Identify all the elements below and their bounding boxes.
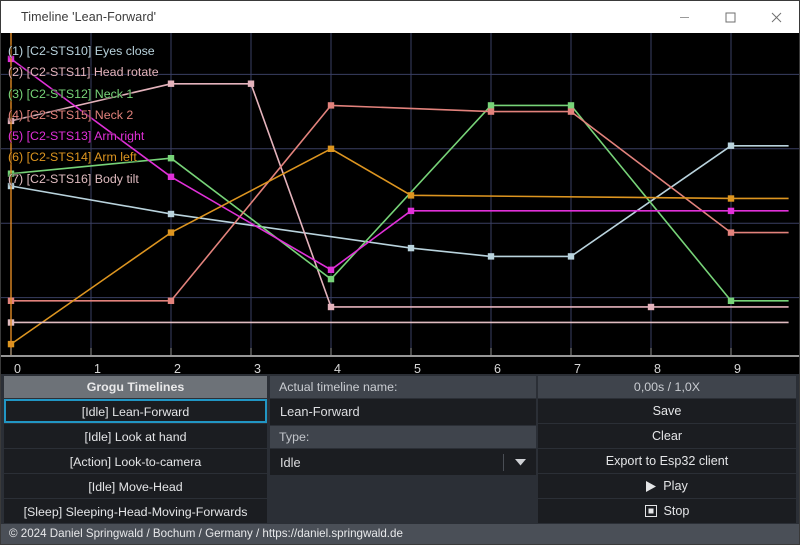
stop-button[interactable]: Stop: [538, 499, 796, 523]
save-button-label: Save: [652, 404, 682, 418]
clear-button-label: Clear: [651, 429, 683, 443]
timeline-name-input[interactable]: Lean-Forward: [270, 399, 536, 425]
play-button[interactable]: Play: [538, 474, 796, 498]
timeline-type-select[interactable]: Idle: [270, 449, 536, 475]
timelines-list-header: Grogu Timelines: [4, 376, 267, 398]
editor-panel: Actual timeline name: Lean-Forward Type:…: [269, 374, 799, 524]
export-esp32-button[interactable]: Export to Esp32 client: [538, 449, 796, 473]
timeline-plot[interactable]: [1, 33, 799, 373]
stop-button-label: Stop: [663, 504, 690, 518]
timelines-list[interactable]: [Idle] Lean-Forward [Idle] Look at hand [A…: [1, 399, 269, 524]
stop-icon: [644, 505, 657, 517]
window-title: Timeline 'Lean-Forward': [21, 10, 157, 24]
actions-panel: 0,00s / 1,0X Save Clear Export to Esp32 cl…: [537, 374, 799, 524]
maximize-button[interactable]: [707, 1, 753, 33]
timeline-chart[interactable]: (1) [C2-STS10] Eyes close (2) [C2-STS11] …: [1, 33, 799, 374]
minimize-button[interactable]: [661, 1, 707, 33]
action-buttons[interactable]: Save Clear Export to Esp32 client Play Stop: [537, 399, 799, 524]
save-button[interactable]: Save: [538, 399, 796, 423]
play-icon: [646, 480, 657, 492]
timelines-list-panel: Grogu Timelines [Idle] Lean-Forward [Idle…: [1, 374, 269, 524]
clear-button[interactable]: Clear: [538, 424, 796, 448]
timeline-list-item[interactable]: [Idle] Move-Head: [4, 474, 267, 498]
timeline-details: Actual timeline name: Lean-Forward Type:…: [269, 374, 537, 524]
time-display: 0,00s / 1,0X: [538, 376, 796, 398]
timeline-list-item[interactable]: [Idle] Look at hand: [4, 424, 267, 448]
export-esp32-button-label: Export to Esp32 client: [605, 454, 729, 468]
window-titlebar: Timeline 'Lean-Forward': [1, 1, 799, 33]
window-controls: [661, 1, 799, 33]
play-button-label: Play: [663, 479, 688, 493]
bottom-panel: Grogu Timelines [Idle] Lean-Forward [Idle…: [1, 374, 799, 544]
timeline-window: Timeline 'Lean-Forward' (1) [C2-STS10] E…: [0, 0, 800, 545]
timeline-list-item[interactable]: [Action] Look-to-camera: [4, 449, 267, 473]
close-button[interactable]: [753, 1, 799, 33]
status-bar: © 2024 Daniel Springwald / Bochum / Germ…: [1, 524, 799, 544]
chevron-down-icon[interactable]: [504, 458, 536, 466]
timeline-type-label: Type:: [270, 426, 536, 448]
timeline-type-value: Idle: [280, 454, 301, 470]
timeline-list-item[interactable]: [Idle] Lean-Forward: [4, 399, 267, 423]
details-filler: [270, 476, 536, 524]
timeline-list-item[interactable]: [Sleep] Sleeping-Head-Moving-Forwards: [4, 499, 267, 523]
timeline-name-label: Actual timeline name:: [270, 376, 536, 398]
